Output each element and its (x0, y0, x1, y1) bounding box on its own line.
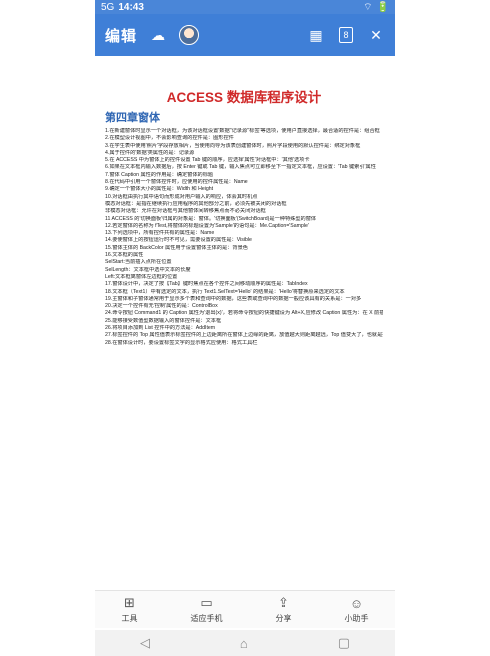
document-line: 8.在代码中引用一个窗体控件时，应使用的控件属性是：Name (105, 179, 248, 186)
status-time: 14:43 (118, 1, 144, 13)
tools-button[interactable]: ⊞ 工具 (122, 595, 138, 624)
avatar[interactable] (179, 25, 200, 45)
document-line: 15.窗体主体的 BackColor 属性用于设置窗体主体的是：背景色 (105, 244, 248, 251)
status-bar: 5G 14:43 ⌔ 🔋 (95, 0, 395, 14)
phone-screen: 5G 14:43 ⌔ 🔋 编辑 ☁ ▦ 8 ✕ ACCESS 数据库程序设计 第… (0, 0, 490, 656)
document-area[interactable]: ACCESS 数据库程序设计 第四章窗体 1.在新建窗体时显示一个对话框，为该对… (95, 56, 395, 581)
document-line: 10.对话框由执行其中语句而形成对用户输入的响应，体会其时机点 (105, 193, 258, 200)
back-icon[interactable]: ◁ (140, 635, 150, 651)
signal-indicator: 5G (101, 1, 115, 13)
system-nav-bar: ◁ ⌂ ▢ (95, 630, 395, 656)
document-line: 模态对话框：是指在继续执行应用程序的其他部分之前，必须先被关闭的对话框 (105, 200, 287, 207)
app-bar: 编辑 ☁ ▦ 8 ✕ (95, 14, 395, 56)
document-page: ACCESS 数据库程序设计 第四章窗体 1.在新建窗体时显示一个对话框，为该对… (105, 86, 383, 347)
document-line: 1.在新建窗体时显示一个对话框，为该对话框设置'数据''记录源''标签'等选项，… (105, 128, 380, 134)
battery-icon: 🔋 (376, 1, 389, 13)
document-line: 4.属于控件的'数据'类属性的是：记录源 (105, 149, 195, 156)
document-line: 19.主窗体和子窗体通常用于显示多个表和查询中的数据，这些表或查询中的数据一般应… (105, 295, 362, 302)
document-line: 6.如果在文本框内输入数据后，按 Enter 键或 Tab 键，输入焦点可立即移… (105, 164, 376, 171)
share-label: 分享 (275, 614, 292, 623)
wifi-icon: ⌔ (363, 1, 373, 13)
document-line: 11 ACCESS 的'切换面板'归属的对象是：窗体。'切换面板'(Switch… (105, 215, 317, 222)
document-line: 14.要使窗体上的按钮运行时不可见，需要设置的属性是：Visible (105, 237, 252, 244)
document-line: 26.将项目添加到 List 控件中的方法是：AddItem (105, 325, 216, 332)
assistant-label: 小助手 (344, 613, 369, 623)
assistant-icon: ☺ (349, 595, 364, 611)
grid-icon: ⊞ (124, 595, 135, 610)
fit-phone-label: 适应手机 (190, 614, 223, 623)
fit-phone-button[interactable]: ▭ 适应手机 (191, 595, 223, 624)
document-line: 27.标签控件的 Top 属性值表示标签控件的上边距离所在窗体上边缘的距离，放值… (105, 332, 383, 339)
document-body: 1.在新建窗体时显示一个对话框，为该对话框设置'数据''记录源''标签'等选项，… (105, 128, 383, 347)
document-line: 18.文本框（Text1）中有选定的文本，执行 Text1.SelText='H… (105, 288, 345, 295)
document-line: 9.确定一个窗体大小的属性是：Width 和 Height (105, 186, 214, 193)
document-line: SelStart:当前插入点所在位置 (105, 259, 172, 266)
document-line: 12.若定窗体的名称为 fTest,将窗体的标题设置为'Sample'的语句是：… (105, 222, 309, 229)
document-line: 24.命令按钮 Command1 的 Caption 属性为'退出(x)'，若将… (105, 310, 383, 317)
document-line: 17.窗体设计中，决定了按【Tab】键时焦点在各个控件之间移动顺序的属性是：Ta… (105, 281, 308, 288)
bottom-toolbar: ⊞ 工具 ▭ 适应手机 ⇪ 分享 ☺ 小助手 (95, 590, 395, 628)
document-line: 非模态对话框：允许在对话框与其他窗体间转移焦点而不必关闭对话框 (105, 208, 266, 215)
document-line: Left:文本框离窗体左边框的位置 (105, 273, 178, 280)
document-line: SelLength：文本框中选中文本的长度 (105, 266, 191, 273)
document-line: 7.窗体 Caption 属性的作用是：确定窗体的标题 (105, 171, 214, 178)
share-button[interactable]: ⇪ 分享 (276, 595, 292, 624)
tools-label: 工具 (121, 614, 138, 623)
edit-title[interactable]: 编辑 (105, 25, 137, 46)
document-title: ACCESS 数据库程序设计 (166, 90, 322, 105)
chapter-heading: 第四章窗体 (105, 112, 160, 124)
grid-view-icon[interactable]: ▦ (307, 26, 325, 44)
home-icon[interactable]: ⌂ (240, 636, 248, 651)
share-icon: ⇪ (278, 595, 289, 610)
document-line: 13.下列选项中，所有控件共有的属性是：Name (105, 230, 215, 237)
recent-apps-icon[interactable]: ▢ (338, 635, 350, 651)
cloud-icon[interactable]: ☁ (149, 26, 167, 44)
assistant-button[interactable]: ☺ 小助手 (345, 596, 369, 624)
document-line: 5.在 ACCESS 中为窗体上的控件设置 Tab 键的顺序，应选择'属性'对话… (105, 157, 310, 164)
document-line: 3.在学生表中使用'照片'字段存放相片，当使用向导为该表创建窗体时，照片字段使用… (105, 142, 361, 149)
phone-fit-icon: ▭ (200, 595, 213, 610)
page-count-label: 8 (343, 30, 349, 40)
document-line: 16.文本框的属性 (105, 252, 144, 259)
document-line: 28.在窗体设计时，要设置标签文字的显示格式应使用：格式工具栏 (105, 339, 258, 346)
close-icon[interactable]: ✕ (367, 26, 385, 44)
document-line: 25.能够接受数值型数据输入的窗体控件是：文本框 (105, 317, 222, 324)
document-line: 2.在模型设计视图中，不会影响查询的控件是：图形控件 (105, 135, 234, 142)
document-line: 20.决定一个控件有无'控制'属性的是：ControlBox (105, 303, 218, 310)
page-count-badge[interactable]: 8 (339, 27, 353, 43)
